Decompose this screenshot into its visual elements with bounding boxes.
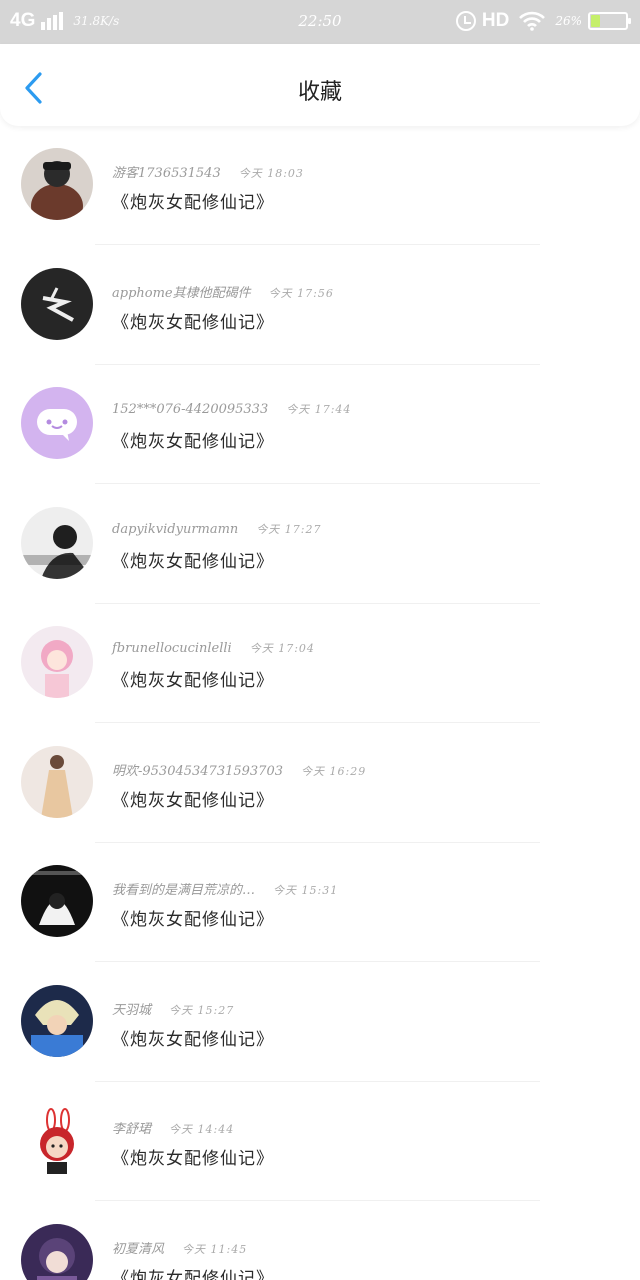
book-title: 《炮灰女配修仙记》 [112, 790, 274, 811]
item-meta: 李舒珺 今天 14:44 [112, 1118, 234, 1137]
header: 收藏 [0, 44, 640, 126]
item-meta: fbrunellocucinlelli 今天 17:04 [112, 640, 315, 656]
book-title: 《炮灰女配修仙记》 [112, 1268, 274, 1280]
timestamp: 今天 11:45 [182, 1242, 248, 1256]
battery-fill [591, 15, 601, 27]
list-item[interactable]: apphome其棣他配碣件 今天 17:56 《炮灰女配修仙记》 [0, 246, 640, 366]
timestamp: 今天 15:31 [273, 884, 339, 897]
username: fbrunellocucinlelli [112, 641, 232, 656]
avatar[interactable] [21, 626, 93, 698]
book-title: 《炮灰女配修仙记》 [112, 432, 274, 452]
status-bar: 4G 31.8K/s 22:50 HD 26% [0, 0, 640, 44]
battery-percent: 26% [555, 14, 582, 28]
alarm-icon [455, 11, 476, 31]
timestamp: 今天 17:44 [286, 403, 352, 416]
timestamp: 今天 17:27 [256, 522, 322, 536]
avatar-image [21, 984, 93, 1057]
avatar[interactable] [21, 1223, 93, 1280]
book-title: 《炮灰女配修仙记》 [112, 910, 274, 930]
avatar[interactable] [21, 387, 93, 459]
list-item[interactable]: dapyikvidyurmamn 今天 17:27 《炮灰女配修仙记》 [0, 485, 640, 605]
username: 天羽城 [112, 1002, 152, 1018]
username: 李舒珺 [112, 1122, 152, 1137]
avatar[interactable] [21, 148, 93, 220]
wifi-icon [519, 11, 546, 31]
avatar-image [21, 1223, 93, 1280]
avatar[interactable] [21, 865, 93, 937]
username: 初夏清风 [112, 1241, 165, 1257]
username: 游客1736531543 [112, 166, 221, 181]
avatar-image [21, 1104, 93, 1176]
item-meta: 游客1736531543 今天 18:03 [112, 162, 304, 181]
avatar-image [21, 506, 93, 579]
avatar[interactable] [21, 745, 93, 818]
avatar-image [21, 387, 93, 459]
list-item[interactable]: 天羽城 今天 15:27 《炮灰女配修仙记》 [0, 963, 640, 1083]
item-meta: 152***076-4420095333 今天 17:44 [112, 401, 351, 417]
avatar-image [21, 745, 93, 818]
avatar-image [21, 626, 93, 698]
item-meta: dapyikvidyurmamn 今天 17:27 [112, 521, 322, 537]
item-meta: 初夏清风 今天 11:45 [112, 1238, 247, 1257]
list-item[interactable]: 初夏清风 今天 11:45 《炮灰女配修仙记》 [0, 1202, 640, 1280]
hd-indicator: HD [481, 10, 510, 31]
avatar[interactable] [21, 267, 93, 340]
item-meta: 天羽城 今天 15:27 [112, 999, 234, 1018]
avatar[interactable] [21, 506, 93, 579]
timestamp: 今天 17:04 [249, 642, 315, 655]
item-meta: 明欢-95304534731593703 今天 16:29 [112, 760, 366, 779]
book-title: 《炮灰女配修仙记》 [112, 1029, 274, 1050]
book-title: 《炮灰女配修仙记》 [112, 1149, 274, 1169]
status-right: HD 26% [455, 10, 631, 32]
book-title: 《炮灰女配修仙记》 [112, 551, 274, 572]
list-item[interactable]: 李舒珺 今天 14:44 《炮灰女配修仙记》 [0, 1082, 640, 1202]
username: dapyikvidyurmamn [112, 521, 239, 537]
list-item[interactable]: 明欢-95304534731593703 今天 16:29 《炮灰女配修仙记》 [0, 724, 640, 844]
avatar-image [21, 267, 93, 340]
avatar[interactable] [21, 984, 93, 1057]
book-title: 《炮灰女配修仙记》 [112, 312, 274, 333]
list-item[interactable]: fbrunellocucinlelli 今天 17:04 《炮灰女配修仙记》 [0, 604, 640, 724]
timestamp: 今天 17:56 [268, 286, 334, 300]
book-title: 《炮灰女配修仙记》 [112, 193, 274, 213]
list-item[interactable]: 152***076-4420095333 今天 17:44 《炮灰女配修仙记》 [0, 365, 640, 485]
avatar-image [21, 148, 93, 220]
page-title: 收藏 [297, 80, 342, 105]
avatar[interactable] [21, 1104, 93, 1176]
item-meta: 我看到的是满目荒凉的… 今天 15:31 [112, 879, 338, 898]
book-title: 《炮灰女配修仙记》 [112, 671, 274, 691]
timestamp: 今天 16:29 [301, 764, 367, 778]
username: apphome其棣他配碣件 [112, 285, 251, 301]
item-meta: apphome其棣他配碣件 今天 17:56 [112, 282, 334, 301]
username: 152***076-4420095333 [112, 402, 269, 417]
avatar-image [21, 865, 93, 937]
timestamp: 今天 14:44 [169, 1123, 235, 1136]
favorites-list: 游客1736531543 今天 18:03 《炮灰女配修仙记》 apphome其棣他配… [0, 126, 640, 1280]
timestamp: 今天 18:03 [238, 167, 304, 180]
username: 明欢-95304534731593703 [112, 763, 283, 779]
battery-icon [588, 12, 631, 30]
username: 我看到的是满目荒凉的… [112, 883, 256, 898]
list-item[interactable]: 我看到的是满目荒凉的… 今天 15:31 《炮灰女配修仙记》 [0, 843, 640, 963]
timestamp: 今天 15:27 [169, 1003, 235, 1017]
list-item[interactable]: 游客1736531543 今天 18:03 《炮灰女配修仙记》 [0, 126, 640, 246]
